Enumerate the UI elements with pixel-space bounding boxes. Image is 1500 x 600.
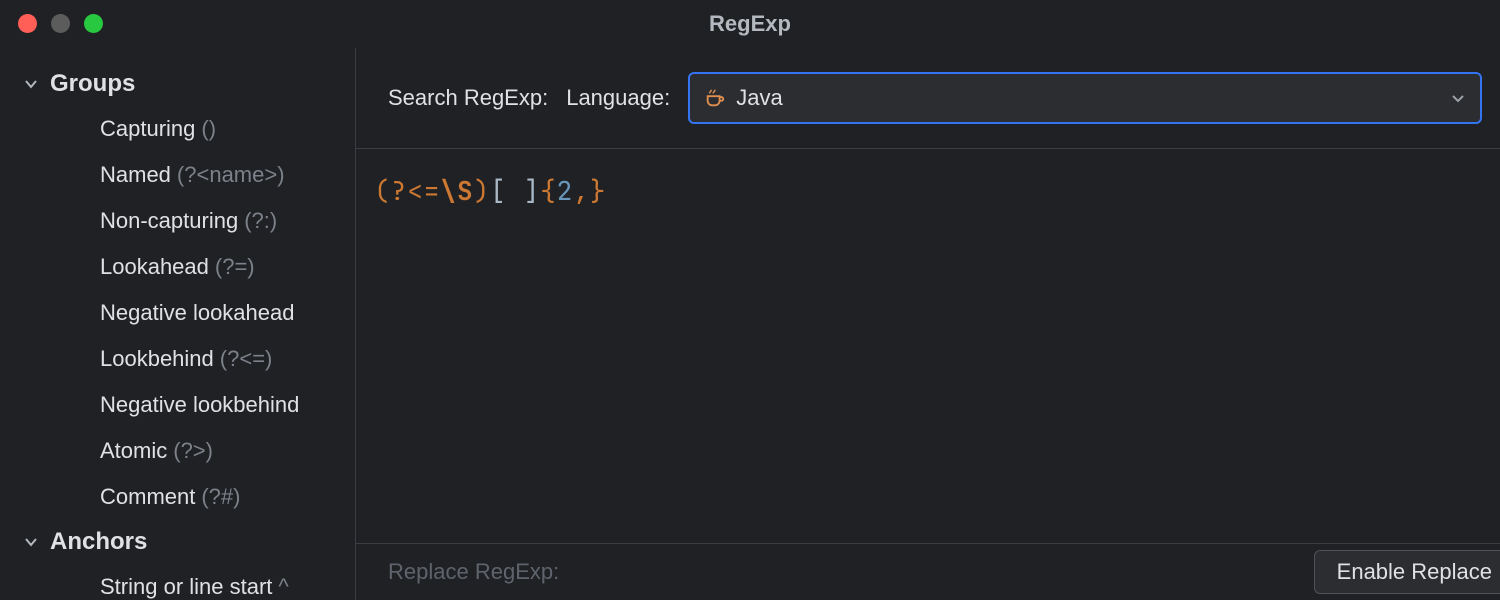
search-header-row: Search RegExp: Language: Java [356,48,1500,149]
minimize-window-button[interactable] [51,14,70,33]
sidebar-item-label: Non-capturing [100,208,238,233]
sidebar-group-anchors[interactable]: Anchors [0,520,355,564]
regex-reference-sidebar: Groups Capturing() Named(?<name>) Non-ca… [0,48,356,600]
sidebar-item-neglookbehind[interactable]: Negative lookbehind [0,382,355,428]
sidebar-group-groups-items: Capturing() Named(?<name>) Non-capturing… [0,106,355,520]
window-body: Groups Capturing() Named(?<name>) Non-ca… [0,48,1500,600]
language-label: Language: [566,85,670,111]
regex-token: [ [490,173,507,208]
regex-token: { [540,173,557,208]
regexp-tool-window: RegExp Groups Capturing() Named(?<name>)… [0,0,1500,600]
enable-replace-button[interactable]: Enable Replace [1314,550,1500,594]
sidebar-item-hint: (?>) [173,438,213,463]
regex-token: ( [374,173,391,208]
sidebar-item-label: Comment [100,484,195,509]
sidebar-item-hint: ^ [278,574,288,599]
sidebar-item-lookbehind[interactable]: Lookbehind(?<=) [0,336,355,382]
sidebar-item-capturing[interactable]: Capturing() [0,106,355,152]
window-controls [18,14,103,33]
sidebar-item-comment[interactable]: Comment(?#) [0,474,355,520]
chevron-down-icon [22,533,40,551]
sidebar-group-title: Anchors [50,528,147,556]
regex-token [507,173,524,208]
sidebar-item-atomic[interactable]: Atomic(?>) [0,428,355,474]
zoom-window-button[interactable] [84,14,103,33]
titlebar: RegExp [0,0,1500,48]
replace-regexp-label: Replace RegExp: [388,559,559,585]
window-title: RegExp [709,11,791,37]
sidebar-item-hint: (?:) [244,208,277,233]
sidebar-item-hint: (?<name>) [177,162,285,187]
sidebar-item-label: Negative lookbehind [100,392,299,417]
coffee-cup-icon [704,87,726,109]
chevron-down-icon [1450,90,1466,106]
regex-token: , [573,173,590,208]
sidebar-item-label: String or line start [100,574,272,599]
sidebar-item-string-start[interactable]: String or line start^ [0,564,355,600]
sidebar-item-label: Capturing [100,116,195,141]
sidebar-item-label: Negative lookahead [100,300,294,325]
regex-token: } [590,173,607,208]
regex-token: ?<= [391,173,441,208]
language-select[interactable]: Java [688,72,1482,124]
sidebar-item-hint: (?#) [201,484,240,509]
sidebar-item-hint: (?<=) [220,346,273,371]
close-window-button[interactable] [18,14,37,33]
sidebar-item-noncapturing[interactable]: Non-capturing(?:) [0,198,355,244]
sidebar-group-anchors-items: String or line start^ [0,564,355,600]
sidebar-item-named[interactable]: Named(?<name>) [0,152,355,198]
main-panel: Search RegExp: Language: Java [356,48,1500,600]
sidebar-item-label: Named [100,162,171,187]
regex-token: 2 [557,173,574,208]
regex-token: ] [523,173,540,208]
chevron-down-icon [22,75,40,93]
regex-token: \S [440,173,473,208]
sidebar-item-hint: () [201,116,216,141]
sidebar-item-label: Lookahead [100,254,209,279]
sidebar-group-title: Groups [50,70,135,98]
sidebar-group-groups[interactable]: Groups [0,62,355,106]
search-regexp-editor[interactable]: (?<=\S)[ ]{2,} [356,149,1500,544]
sidebar-item-lookahead[interactable]: Lookahead(?=) [0,244,355,290]
sidebar-item-label: Atomic [100,438,167,463]
sidebar-item-hint: (?=) [215,254,255,279]
regex-token: ) [474,173,491,208]
search-regexp-label: Search RegExp: [388,85,548,111]
sidebar-item-neglookahead[interactable]: Negative lookahead [0,290,355,336]
language-value: Java [736,85,782,111]
enable-replace-label: Enable Replace [1337,559,1492,585]
replace-row: Replace RegExp: Enable Replace [356,544,1500,600]
sidebar-item-label: Lookbehind [100,346,214,371]
